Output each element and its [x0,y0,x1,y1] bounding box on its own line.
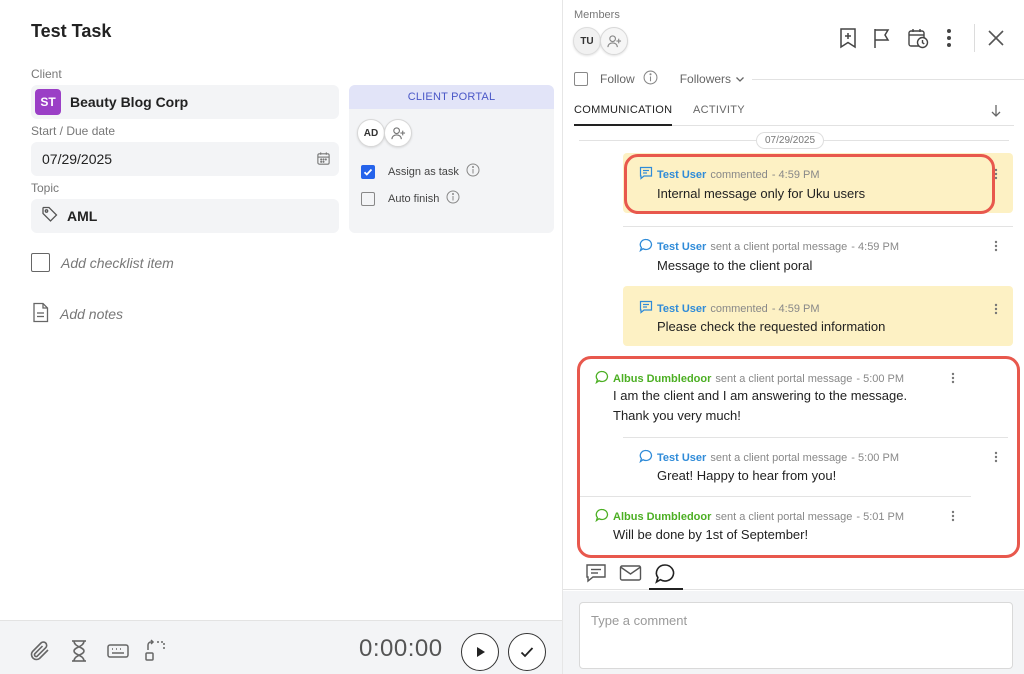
message-header: Test User commented - 4:59 PM [639,300,820,317]
member-avatar[interactable]: TU [573,27,601,55]
bookmark-add-icon[interactable] [838,27,858,54]
client-label: Client [31,67,62,81]
active-tab-indicator [649,588,683,590]
follow-row: Follow Followers [574,70,1024,88]
tag-icon [41,205,59,228]
compose-tabs [563,560,1024,590]
message-header: Test User sent a client portal message -… [639,238,899,255]
message-text: Message to the client poral [657,258,813,273]
comment-input[interactable] [579,602,1013,669]
message-item: Test User commented - 4:59 PM Please che… [623,286,1013,346]
topic-label: Topic [31,181,60,195]
message-time: - 4:59 PM [851,240,899,253]
add-checklist-item[interactable]: Add checklist item [31,253,174,272]
more-vertical-icon[interactable] [994,302,998,320]
more-vertical-icon[interactable] [946,27,952,54]
client-portal-card: CLIENT PORTAL AD Assign as task Auto fin… [349,85,554,233]
followers-label: Followers [679,72,732,86]
more-vertical-icon[interactable] [994,239,998,257]
topic-value: AML [67,208,98,224]
topic-field[interactable]: AML [31,199,339,233]
info-icon[interactable] [466,163,480,180]
pane-tabs: COMMUNICATION ACTIVITY [574,104,1014,126]
compose-area [563,591,1024,674]
portal-member-avatar[interactable]: AD [357,119,385,147]
checklist-placeholder: Add checklist item [61,254,174,271]
comment-icon[interactable] [585,563,607,588]
client-field[interactable]: ST Beauty Blog Corp [31,85,339,119]
followers-dropdown[interactable]: Followers [680,72,746,86]
info-icon[interactable] [446,190,460,207]
comment-icon [639,300,653,317]
keyboard-icon[interactable] [106,639,130,668]
follow-checkbox[interactable] [574,72,588,86]
client-avatar: ST [35,89,61,115]
message-author: Test User [657,302,707,315]
add-user-icon [390,126,405,139]
followers-divider [752,78,1024,80]
auto-finish-label: Auto finish [388,192,440,205]
add-user-icon [606,34,621,47]
message-item: Test User sent a client portal message -… [623,226,1013,278]
communication-pane: Members TU Follow Followers COMMUNICATIO… [562,0,1024,674]
date-chip: 07/29/2025 [756,132,825,149]
date-value: 07/29/2025 [42,151,113,167]
timer-display: 0:00:00 [359,635,443,662]
members-label: Members [574,9,620,21]
message-action: commented [710,302,768,315]
hourglass-icon[interactable] [69,639,89,668]
dates-label: Start / Due date [31,124,116,138]
info-icon[interactable] [643,70,658,88]
task-detail-pane: Test Task Client ST Beauty Blog Corp Sta… [0,0,562,674]
close-icon[interactable] [987,29,1005,52]
date-field[interactable]: 07/29/2025 [31,142,339,176]
assign-as-task-checkbox[interactable] [361,164,375,179]
add-member-button[interactable] [600,27,628,55]
follow-label: Follow [600,72,635,86]
message-text: Please check the requested information [657,319,886,334]
play-button[interactable] [461,633,499,671]
message-action: sent a client portal message [710,240,848,253]
task-toolbar: 0:00:00 [0,620,562,674]
mail-icon[interactable] [619,563,642,588]
chat-bubble-icon [639,238,653,255]
add-notes[interactable]: Add notes [31,302,123,326]
calendar-clock-icon[interactable] [907,27,929,54]
convert-icon[interactable] [144,639,168,668]
notes-placeholder: Add notes [60,306,124,322]
auto-finish-row[interactable]: Auto finish [361,190,460,207]
assign-as-task-label: Assign as task [388,165,459,178]
chat-bubble-icon[interactable] [654,563,676,590]
tab-activity[interactable]: ACTIVITY [693,104,745,126]
paperclip-icon[interactable] [28,639,52,668]
complete-button[interactable] [508,633,546,671]
notes-icon [31,302,50,326]
calendar-icon[interactable] [316,151,331,171]
checklist-checkbox[interactable] [31,253,50,272]
chevron-down-icon [736,77,745,82]
client-name: Beauty Blog Corp [70,94,189,110]
auto-finish-checkbox[interactable] [361,191,375,206]
add-portal-member-button[interactable] [384,119,412,147]
arrow-down-icon[interactable] [990,104,1002,123]
client-portal-header: CLIENT PORTAL [349,85,554,109]
highlight-box [577,356,1020,558]
play-icon [477,647,485,657]
tab-communication[interactable]: COMMUNICATION [574,104,673,126]
header-divider [974,24,975,52]
highlight-box [624,154,995,214]
message-time: - 4:59 PM [771,302,820,315]
task-title[interactable]: Test Task [31,21,111,42]
check-icon [520,647,534,658]
message-author: Test User [657,240,707,253]
assign-as-task-row[interactable]: Assign as task [361,163,480,180]
flag-icon[interactable] [872,27,892,54]
